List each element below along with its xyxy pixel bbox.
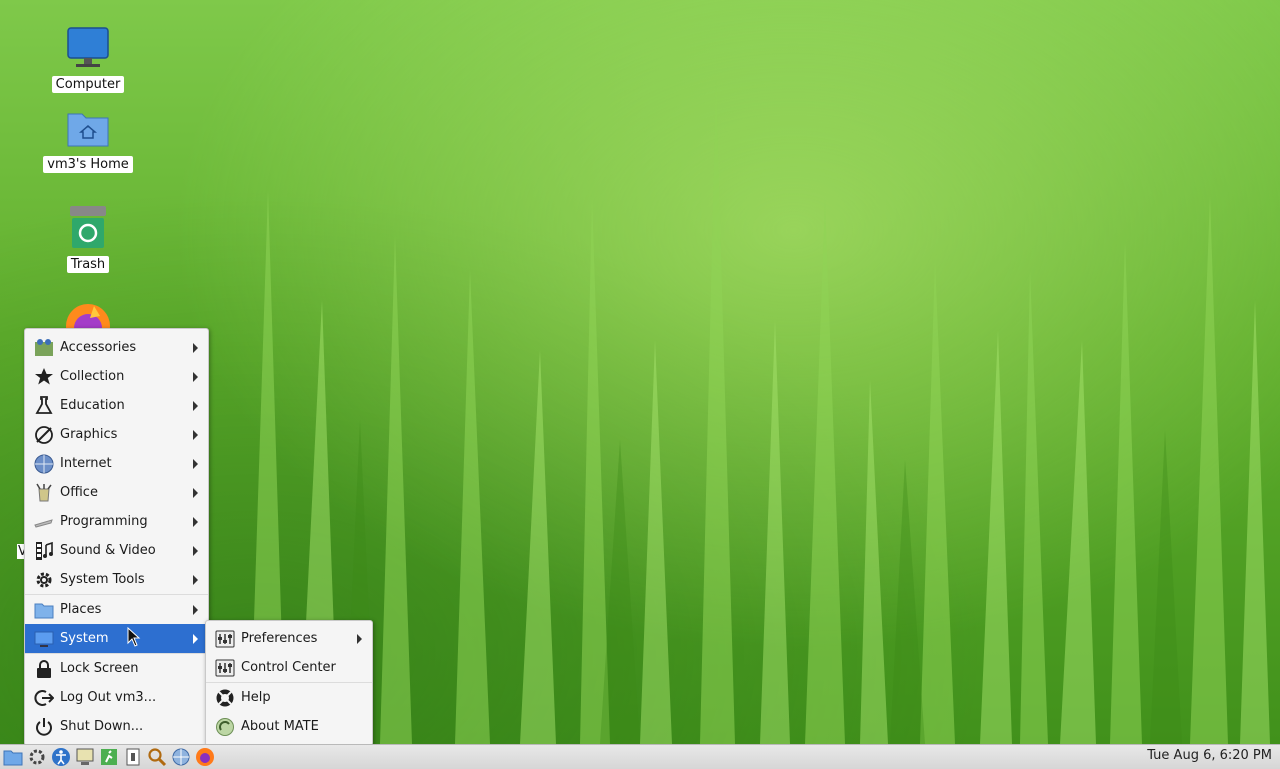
menu-item-education[interactable]: Education <box>25 391 208 420</box>
firefox-icon <box>195 748 214 766</box>
menu-item-label: Graphics <box>60 427 118 442</box>
office-icon <box>33 482 55 504</box>
submenu-arrow-icon <box>193 400 198 411</box>
desktop-icon-label: vm3's Home <box>43 156 133 173</box>
search-icon <box>147 748 166 767</box>
lock-icon <box>33 658 55 680</box>
system-submenu: Preferences Control Center Help About MA… <box>205 620 373 746</box>
control-center-icon <box>214 657 236 679</box>
submenu-arrow-icon <box>193 574 198 585</box>
menu-item-label: Collection <box>60 369 125 384</box>
notes-icon <box>126 748 139 766</box>
menu-item-label: Accessories <box>60 340 137 355</box>
menu-item-label: Control Center <box>241 660 336 675</box>
settings-icon <box>29 749 44 765</box>
accessibility-launcher[interactable] <box>49 746 72 768</box>
menu-item-lock-screen[interactable]: Lock Screen <box>25 654 208 683</box>
power-icon <box>33 716 55 738</box>
mate-icon <box>214 716 236 738</box>
graphics-icon <box>33 424 55 446</box>
submenu-item-preferences[interactable]: Preferences <box>206 624 372 653</box>
menu-item-sound-video[interactable]: Sound & Video <box>25 536 208 565</box>
submenu-arrow-icon <box>193 429 198 440</box>
submenu-arrow-icon <box>193 545 198 556</box>
settings-launcher[interactable] <box>25 746 48 768</box>
submenu-arrow-icon <box>357 633 362 644</box>
menu-item-accessories[interactable]: Accessories <box>25 333 208 362</box>
logout-icon <box>33 687 55 709</box>
network-icon <box>172 748 189 766</box>
globe-icon <box>33 453 55 475</box>
menu-item-places[interactable]: Places <box>25 595 208 624</box>
desktop-icon-home[interactable]: vm3's Home <box>40 104 136 173</box>
submenu-item-about-mate[interactable]: About MATE <box>206 712 372 741</box>
monitor-icon <box>33 628 55 650</box>
desktop-icon-firefox[interactable] <box>64 302 112 330</box>
menu-item-office[interactable]: Office <box>25 478 208 507</box>
network-launcher[interactable] <box>169 746 192 768</box>
preferences-icon <box>214 628 236 650</box>
terminal-icon <box>76 748 93 765</box>
flask-icon <box>33 395 55 417</box>
menu-item-system[interactable]: System <box>25 624 208 653</box>
submenu-arrow-icon <box>193 604 198 615</box>
programming-icon <box>33 511 55 533</box>
menu-item-label: Internet <box>60 456 112 471</box>
accessories-icon <box>33 337 55 359</box>
terminal-launcher[interactable] <box>73 746 96 768</box>
submenu-item-help[interactable]: Help <box>206 683 372 712</box>
menu-item-system-tools[interactable]: System Tools <box>25 565 208 594</box>
submenu-item-control-center[interactable]: Control Center <box>206 653 372 682</box>
menu-item-collection[interactable]: Collection <box>25 362 208 391</box>
menu-item-label: Office <box>60 485 98 500</box>
menu-item-label: Shut Down... <box>60 719 144 734</box>
desktop-icon-label: Computer <box>51 76 125 93</box>
help-lifebuoy-icon <box>214 687 236 709</box>
menu-item-label: About MATE <box>241 719 319 734</box>
search-launcher[interactable] <box>145 746 168 768</box>
menu-item-internet[interactable]: Internet <box>25 449 208 478</box>
submenu-arrow-icon <box>193 458 198 469</box>
film-music-icon <box>33 540 55 562</box>
submenu-arrow-icon <box>193 371 198 382</box>
submenu-arrow-icon <box>193 487 198 498</box>
monitor-icon <box>64 24 112 72</box>
menu-icon <box>3 750 22 766</box>
applications-menu: Accessories Collection Education Graphic… <box>24 328 209 746</box>
menu-item-label: Preferences <box>241 631 318 646</box>
menu-item-label: Programming <box>60 514 148 529</box>
menu-item-label: Sound & Video <box>60 543 156 558</box>
desktop-icon-computer[interactable]: Computer <box>40 24 136 93</box>
menu-item-programming[interactable]: Programming <box>25 507 208 536</box>
submenu-arrow-icon <box>193 342 198 353</box>
folder-icon <box>33 599 55 621</box>
menu-item-graphics[interactable]: Graphics <box>25 420 208 449</box>
menu-launcher[interactable] <box>1 746 24 768</box>
menu-item-label: Education <box>60 398 125 413</box>
menu-item-shut-down[interactable]: Shut Down... <box>25 712 208 741</box>
desktop-icon-label: Trash <box>66 256 110 273</box>
submenu-arrow-icon <box>193 516 198 527</box>
notes-launcher[interactable] <box>121 746 144 768</box>
mouse-cursor-icon <box>127 627 141 647</box>
home-folder-icon <box>64 104 112 152</box>
menu-item-label: Log Out vm3... <box>60 690 157 705</box>
bottom-panel: Tue Aug 6, 6:20 PM <box>0 744 1280 769</box>
submenu-arrow-icon <box>193 633 198 644</box>
firefox-launcher[interactable] <box>193 746 216 768</box>
desktop-icon-trash[interactable]: Trash <box>40 204 136 273</box>
menu-item-label: System Tools <box>60 572 145 587</box>
menu-item-log-out[interactable]: Log Out vm3... <box>25 683 208 712</box>
menu-item-label: Help <box>241 690 271 705</box>
star-icon <box>33 366 55 388</box>
menu-item-label: Lock Screen <box>60 661 139 676</box>
accessibility-icon <box>51 748 70 766</box>
run-icon <box>100 749 117 765</box>
trash-icon <box>64 204 112 252</box>
panel-clock[interactable]: Tue Aug 6, 6:20 PM <box>1147 748 1272 763</box>
run-launcher[interactable] <box>97 746 120 768</box>
gear-icon <box>33 569 55 591</box>
firefox-icon <box>66 304 110 330</box>
menu-item-label: Places <box>60 602 102 617</box>
